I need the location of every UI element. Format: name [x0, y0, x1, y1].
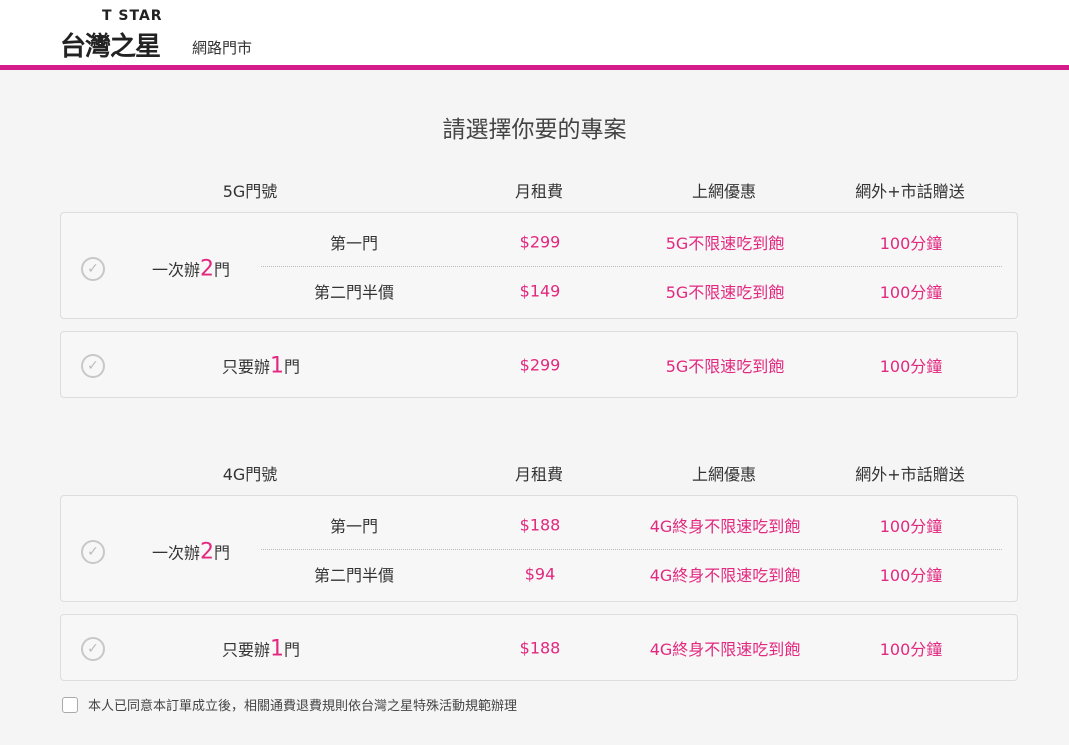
plan-label: 一次辦2門 — [152, 257, 230, 282]
voice-minutes: 100分鐘 — [879, 283, 943, 302]
voice-minutes: 100分鐘 — [879, 566, 943, 585]
label-text: 一次辦 — [151, 543, 200, 563]
column-header: 5G門號 — [222, 182, 278, 201]
plan-card-2-lines[interactable]: ✓ 一次辦2門 第一門 $299 5G不限速吃到飽 100分鐘 第二門半價 $149 5G不限速… — [60, 212, 1018, 319]
plan-label: 只要辦1門 — [222, 637, 300, 662]
voice-minutes: 100分鐘 — [879, 517, 943, 536]
label-text: 只要辦 — [221, 357, 270, 377]
column-header: 月租費 — [514, 182, 564, 201]
column-header: 月租費 — [514, 465, 564, 484]
plan-label: 一次辦2門 — [152, 540, 230, 565]
data-plan: 5G不限速吃到飽 — [665, 283, 785, 302]
data-plan: 4G終身不限速吃到飽 — [649, 517, 801, 536]
voice-minutes: 100分鐘 — [879, 640, 943, 659]
row-divider — [261, 549, 1002, 550]
monthly-fee: $94 — [524, 564, 556, 584]
monthly-fee: $299 — [519, 232, 561, 252]
logo[interactable]: 台灣之星 — [60, 26, 161, 63]
label-count: 2 — [200, 256, 214, 282]
check-circle-icon[interactable]: ✓ — [81, 637, 105, 661]
label-suffix: 門 — [284, 640, 301, 660]
agreement-checkbox[interactable] — [62, 696, 78, 713]
plan-label: 只要辦1門 — [222, 354, 300, 379]
agreement[interactable]: 本人已同意本訂單成立後，相關通費退費規則依台灣之星特殊活動規範辦理 — [62, 695, 517, 714]
check-circle-icon[interactable]: ✓ — [81, 354, 105, 378]
data-plan: 5G不限速吃到飽 — [665, 234, 785, 253]
row-divider — [261, 266, 1002, 267]
monthly-fee: $188 — [519, 638, 561, 658]
column-header: 4G門號 — [222, 465, 278, 484]
label-count: 1 — [270, 636, 284, 662]
plan-card-1-line[interactable]: ✓ 只要辦1門 $188 4G終身不限速吃到飽 100分鐘 — [60, 614, 1018, 681]
site-header: T STAR 台灣之星 網路門市 — [0, 0, 1069, 65]
column-header: 上網優惠 — [691, 465, 757, 484]
label-count: 1 — [270, 353, 284, 379]
store-subtitle: 網路門市 — [192, 39, 253, 57]
logo-en[interactable]: T STAR — [102, 8, 163, 24]
check-circle-icon[interactable]: ✓ — [81, 257, 105, 281]
voice-minutes: 100分鐘 — [879, 234, 943, 253]
label-text: 一次辦 — [151, 260, 200, 280]
data-plan: 4G終身不限速吃到飽 — [649, 566, 801, 585]
label-suffix: 門 — [214, 543, 231, 563]
check-circle-icon[interactable]: ✓ — [81, 540, 105, 564]
plan-card-2-lines[interactable]: ✓ 一次辦2門 第一門 $188 4G終身不限速吃到飽 100分鐘 第二門半價 $94 4G終身… — [60, 495, 1018, 602]
agreement-text: 本人已同意本訂單成立後，相關通費退費規則依台灣之星特殊活動規範辦理 — [88, 699, 518, 714]
column-header: 上網優惠 — [691, 182, 757, 201]
header-accent-bar — [0, 65, 1069, 70]
line-name: 第一門 — [329, 517, 379, 536]
plan-card-1-line[interactable]: ✓ 只要辦1門 $299 5G不限速吃到飽 100分鐘 — [60, 331, 1018, 398]
data-plan: 5G不限速吃到飽 — [665, 357, 785, 376]
monthly-fee: $149 — [519, 281, 561, 301]
label-text: 只要辦 — [221, 640, 270, 660]
monthly-fee: $299 — [519, 355, 561, 375]
data-plan: 4G終身不限速吃到飽 — [649, 640, 801, 659]
monthly-fee: $188 — [519, 515, 561, 535]
line-name: 第二門半價 — [313, 566, 395, 585]
page-title: 請選擇你要的專案 — [442, 117, 627, 143]
voice-minutes: 100分鐘 — [879, 357, 943, 376]
label-suffix: 門 — [214, 260, 231, 280]
line-name: 第二門半價 — [313, 283, 395, 302]
column-header: 網外+市話贈送 — [855, 465, 965, 484]
column-header: 網外+市話贈送 — [855, 182, 965, 201]
label-count: 2 — [200, 539, 214, 565]
line-name: 第一門 — [329, 234, 379, 253]
label-suffix: 門 — [284, 357, 301, 377]
